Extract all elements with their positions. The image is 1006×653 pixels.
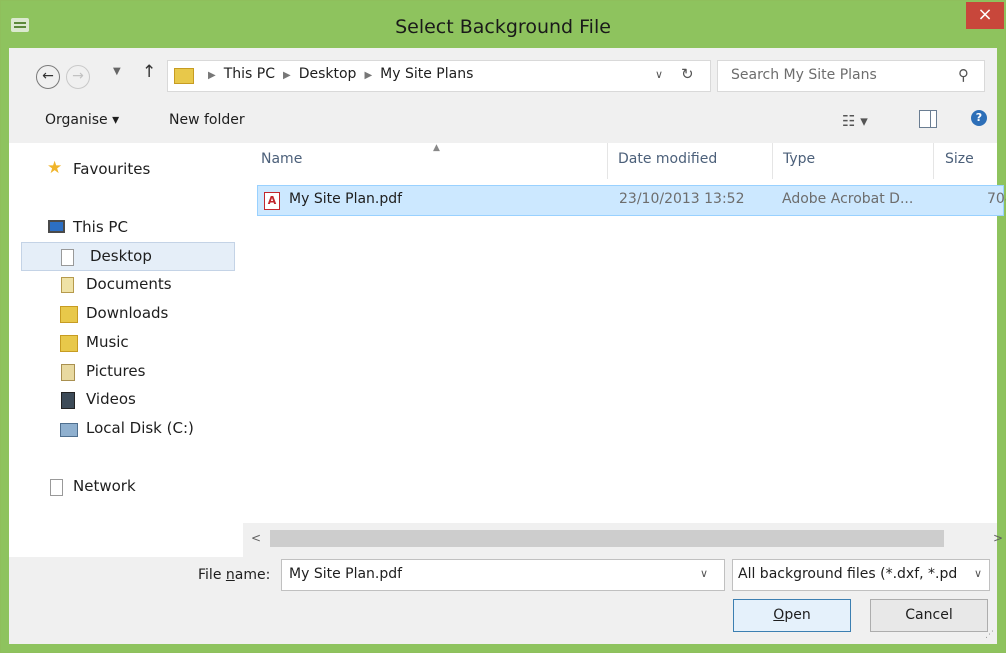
scroll-left-icon[interactable]: < xyxy=(251,531,261,545)
sidebar-item-local-disk[interactable]: Local Disk (C:) xyxy=(60,415,240,442)
star-icon: ★ xyxy=(47,158,63,178)
size-cell: 704 xyxy=(987,191,1006,207)
file-list: ▲ Name Date modified Type Size A My Site… xyxy=(243,143,1006,523)
column-header-name[interactable]: Name xyxy=(261,151,302,167)
column-header-type[interactable]: Type xyxy=(783,151,815,167)
column-header-date-modified[interactable]: Date modified xyxy=(618,151,717,167)
nav-this-pc[interactable]: This PC xyxy=(47,214,237,241)
sidebar-item-videos[interactable]: Videos xyxy=(60,386,240,413)
table-row[interactable]: A My Site Plan.pdf 23/10/2013 13:52 Adob… xyxy=(257,185,1006,216)
column-divider[interactable] xyxy=(772,143,773,179)
back-arrow-icon[interactable]: ← xyxy=(36,65,60,89)
nav-network[interactable]: Network xyxy=(47,473,237,500)
breadcrumb-separator-icon: ▶ xyxy=(364,70,373,81)
preview-pane-icon[interactable] xyxy=(919,110,937,128)
hard-disk-icon xyxy=(60,423,78,437)
search-input[interactable]: Search My Site Plans ⚲ xyxy=(717,60,985,92)
breadcrumb: ▶ This PC ▶ Desktop ▶ My Site Plans xyxy=(200,66,473,82)
file-name-value: My Site Plan.pdf xyxy=(289,566,403,582)
desktop-icon xyxy=(61,249,74,266)
search-placeholder: Search My Site Plans xyxy=(731,67,877,83)
address-bar[interactable]: ▶ This PC ▶ Desktop ▶ My Site Plans ∨ ↻ xyxy=(167,60,711,92)
file-type-filter-value: All background files (*.dxf, *.pd xyxy=(738,566,958,582)
dialog-window: Select Background File × ← → ▼ ↑ ▶ This P… xyxy=(0,0,1006,653)
up-arrow-icon[interactable]: ↑ xyxy=(142,62,156,82)
sidebar-item-pictures[interactable]: Pictures xyxy=(60,358,240,385)
forward-arrow-icon[interactable]: → xyxy=(66,65,90,89)
pictures-icon xyxy=(61,364,75,381)
column-divider[interactable] xyxy=(933,143,934,179)
dialog-client: ← → ▼ ↑ ▶ This PC ▶ Desktop ▶ My Site Plans ∨… xyxy=(9,48,1006,644)
change-view-icon[interactable]: ☷ ▾ xyxy=(842,112,868,130)
open-button[interactable]: Open xyxy=(733,599,851,632)
music-icon xyxy=(60,335,78,352)
help-icon[interactable]: ? xyxy=(971,110,987,126)
refresh-icon[interactable]: ↻ xyxy=(681,65,694,83)
sidebar-item-documents[interactable]: Documents xyxy=(60,271,240,298)
search-icon[interactable]: ⚲ xyxy=(958,66,969,84)
recent-locations-chevron-icon[interactable]: ▼ xyxy=(113,66,121,77)
organise-button[interactable]: Organise ▾ xyxy=(45,112,119,128)
chevron-down-icon[interactable]: ∨ xyxy=(971,567,983,580)
file-type-filter-select[interactable]: All background files (*.dxf, *.pd ∨ xyxy=(732,559,990,591)
cancel-button[interactable]: Cancel xyxy=(870,599,988,632)
new-folder-button[interactable]: New folder xyxy=(169,112,245,128)
column-divider[interactable] xyxy=(607,143,608,179)
pdf-file-icon: A xyxy=(264,192,280,210)
downloads-icon xyxy=(60,306,78,323)
horizontal-scrollbar[interactable]: < > xyxy=(243,523,1003,557)
title-bar[interactable]: Select Background File × xyxy=(1,1,1005,48)
sidebar-item-downloads[interactable]: Downloads xyxy=(60,300,240,327)
folder-icon xyxy=(174,68,194,84)
breadcrumb-my-site-plans[interactable]: My Site Plans xyxy=(380,66,473,82)
file-name-label: File name: xyxy=(198,567,271,583)
breadcrumb-desktop[interactable]: Desktop xyxy=(299,66,357,82)
network-icon xyxy=(50,479,63,496)
scrollbar-thumb[interactable] xyxy=(270,530,944,547)
chevron-down-icon[interactable]: ∨ xyxy=(655,68,663,81)
date-modified-cell: 23/10/2013 13:52 xyxy=(619,191,745,207)
close-button[interactable]: × xyxy=(966,2,1004,29)
breadcrumb-this-pc[interactable]: This PC xyxy=(224,66,275,82)
sidebar-item-desktop[interactable]: Desktop xyxy=(21,242,235,271)
nav-favourites[interactable]: ★ Favourites xyxy=(47,156,237,183)
resize-grip-icon[interactable]: ⋰ xyxy=(985,630,994,640)
documents-icon xyxy=(61,277,74,293)
column-header-size[interactable]: Size xyxy=(945,151,974,167)
command-bar: Organise ▾ New folder ☷ ▾ ? xyxy=(9,99,997,143)
breadcrumb-separator-icon: ▶ xyxy=(208,70,216,81)
computer-icon xyxy=(48,220,65,233)
chevron-down-icon[interactable]: ∨ xyxy=(700,567,708,580)
sort-ascending-icon: ▲ xyxy=(433,143,440,153)
type-cell: Adobe Acrobat D... xyxy=(782,191,914,207)
breadcrumb-separator-icon: ▶ xyxy=(282,70,291,81)
navigation-pane: ★ Favourites This PC Desktop Documents D… xyxy=(9,143,243,557)
videos-icon xyxy=(61,392,75,409)
file-name-cell: My Site Plan.pdf xyxy=(289,191,403,207)
dialog-title: Select Background File xyxy=(395,16,611,38)
file-name-field[interactable]: My Site Plan.pdf ∨ xyxy=(281,559,725,591)
sidebar-item-music[interactable]: Music xyxy=(60,329,240,356)
scroll-right-icon[interactable]: > xyxy=(993,531,1003,545)
